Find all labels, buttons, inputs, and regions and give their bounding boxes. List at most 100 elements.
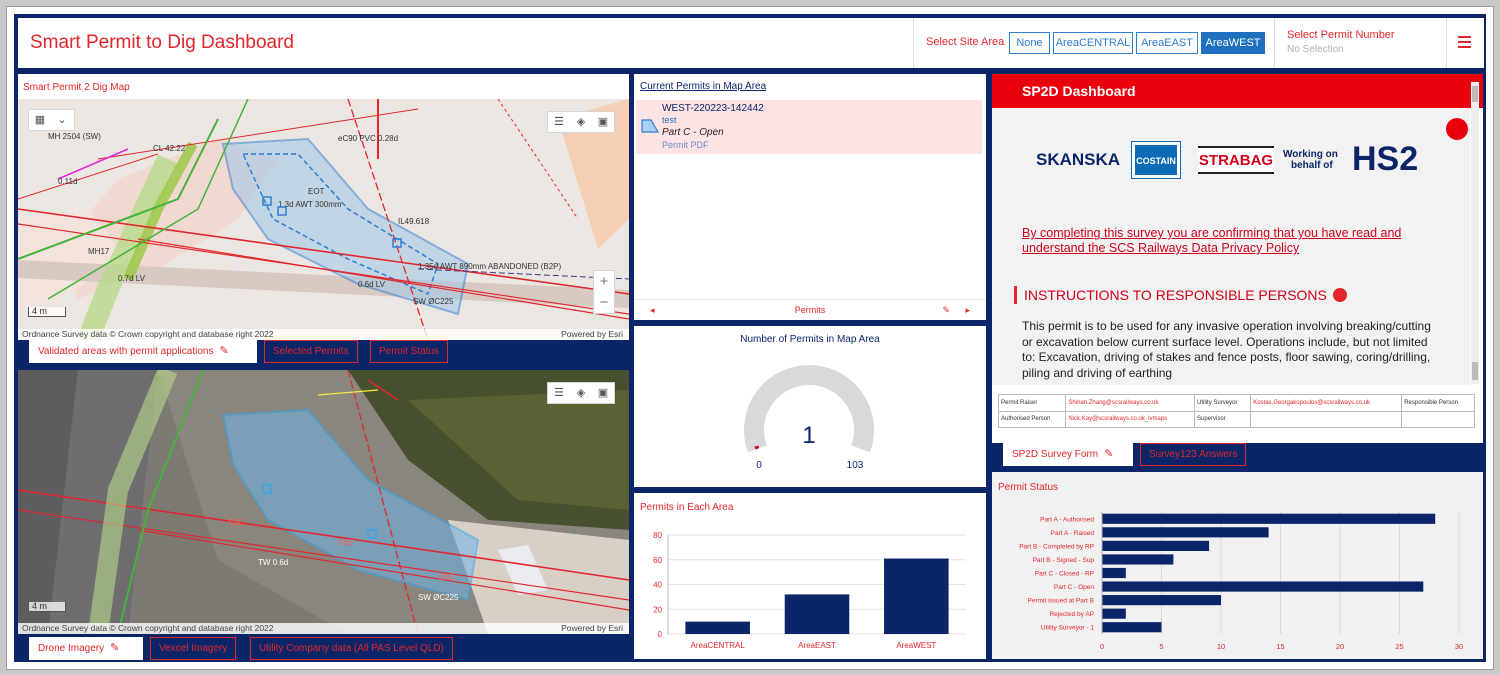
menu-icon[interactable]	[1458, 36, 1471, 51]
list-item[interactable]: WEST-220223-142442 test Part C - Open Pe…	[636, 100, 982, 154]
svg-text:1.3d AWT 300mm: 1.3d AWT 300mm	[278, 200, 342, 209]
permit-roles-table: Permit Raiser Shinan.Zhang@scsrailways.co…	[997, 394, 1475, 428]
drone-map-scale: 4 m	[28, 602, 67, 612]
map-tools: ☰ ◈ ▣	[547, 111, 615, 133]
svg-text:CL 42.22: CL 42.22	[153, 144, 186, 153]
bar-areaeast	[784, 594, 850, 634]
privacy-policy-link[interactable]: By completing this survey you are confir…	[1022, 226, 1401, 240]
map-graphic: EOS MH 2504 (SW) CL 42.22 1.3d AWT 300mm…	[18, 99, 629, 340]
basemap-icon[interactable]: ▦	[29, 110, 51, 130]
permit-pdf-link[interactable]: Permit PDF	[662, 140, 709, 150]
tab-vexcel-imagery[interactable]: Vexcel Imagery	[150, 637, 237, 660]
chevron-down-icon[interactable]: ⌄	[51, 110, 73, 130]
y-tick-label: Permit issued at Part B	[1028, 598, 1094, 605]
x-tick-label: AreaCENTRAL	[691, 641, 746, 650]
permit-status-chart: 0 5 10 15 20 25 30 Part A - Authorised Part A - …	[1019, 512, 1463, 651]
y-tick-label: Utility Surveyor - 1	[1041, 625, 1094, 632]
y-tick-label: Part B - Signed - Sup	[1033, 557, 1095, 564]
tab-survey-form[interactable]: SP2D Survey Form ✎	[1003, 443, 1133, 466]
divider	[1274, 18, 1275, 68]
drone-map-tools: ☰ ◈ ▣	[547, 382, 615, 404]
y-tick-label: 0	[658, 630, 663, 639]
tab-survey123-answers[interactable]: Survey123 Answers	[1140, 443, 1247, 466]
permit-map[interactable]: EOS MH 2504 (SW) CL 42.22 1.3d AWT 300mm…	[18, 99, 629, 340]
sp2d-form[interactable]: SKANSKA COSTAIN STRABAG Working on behalf…	[992, 108, 1470, 385]
sp2d-title: SP2D Dashboard	[1022, 83, 1136, 99]
costain-logo: COSTAIN	[1131, 141, 1181, 179]
tab-drone-imagery[interactable]: Drone Imagery ✎	[29, 637, 143, 660]
skanska-logo: SKANSKA	[1036, 150, 1121, 169]
qr-code-icon[interactable]: ▣	[592, 383, 614, 403]
basemap-toggle[interactable]: ▦ ⌄	[28, 109, 75, 131]
site-area-east-button[interactable]: AreaEAST	[1136, 32, 1198, 54]
map-attribution: Ordnance Survey data © Crown copyright a…	[18, 329, 629, 340]
drone-graphic: SSE SSE SSE TW 0.6d SW ØC225	[18, 370, 629, 634]
divider	[1446, 18, 1447, 68]
pencil-icon[interactable]: ✎	[942, 300, 950, 320]
permit-name: test	[662, 115, 677, 125]
site-area-none-button[interactable]: None	[1009, 32, 1050, 54]
zoom-in-icon[interactable]: +	[594, 271, 614, 292]
status-bar	[1102, 513, 1436, 524]
y-tick-label: Rejected by AP	[1050, 611, 1094, 618]
layers-icon[interactable]: ◈	[570, 112, 592, 132]
gauge-panel: Number of Permits in Map Area 1 0 103	[634, 326, 986, 487]
pencil-icon: ✎	[1104, 448, 1114, 460]
status-bar	[1102, 554, 1174, 565]
pencil-icon: ✎	[219, 345, 229, 357]
sp2d-header: SP2D Dashboard	[992, 74, 1483, 108]
bar-areawest	[884, 558, 949, 634]
x-tick-label: 10	[1217, 642, 1225, 651]
permit-number-select[interactable]: No Selection	[1287, 44, 1344, 55]
svg-text:SW ØC225: SW ØC225	[418, 593, 459, 602]
x-tick-label: 0	[1100, 642, 1104, 651]
expand-icon[interactable]	[1332, 288, 1347, 302]
legend-icon[interactable]: ☰	[548, 112, 570, 132]
gauge-fill	[754, 445, 760, 450]
drone-map-attribution: Ordnance Survey data © Crown copyright a…	[18, 623, 629, 634]
privacy-policy-link-2[interactable]: understand the SCS Railways Data Privacy…	[1022, 241, 1299, 255]
tab-permit-status[interactable]: Permit Status	[370, 340, 449, 363]
pencil-icon: ✎	[110, 642, 120, 654]
instructions-heading[interactable]: INSTRUCTIONS TO RESPONSIBLE PERSONS	[1014, 286, 1347, 304]
drone-map[interactable]: SSE SSE SSE TW 0.6d SW ØC225 ☰ ◈ ▣ 4 m Ord…	[18, 370, 629, 634]
svg-text:SSE: SSE	[438, 573, 454, 582]
gauge-max: 103	[847, 460, 864, 471]
svg-text:MH 2504 (SW): MH 2504 (SW)	[48, 132, 101, 141]
bar-areacentral	[685, 621, 750, 634]
hs2-logo: HS2	[1352, 140, 1419, 178]
tab-utility-company-data[interactable]: Utility Company data (All PAS Level QLD)	[250, 637, 453, 660]
site-area-label: Select Site Area	[926, 36, 1005, 48]
y-tick-label: Part A - Raised	[1051, 530, 1095, 537]
svg-text:IL49.618: IL49.618	[398, 217, 430, 226]
svg-text:eC90 PVC 0.28d: eC90 PVC 0.28d	[338, 134, 398, 143]
gauge-value: 1	[802, 422, 815, 449]
permit-id: WEST-220223-142442	[662, 103, 764, 114]
drone-panel: SSE SSE SSE TW 0.6d SW ØC225 ☰ ◈ ▣ 4 m Ord…	[18, 370, 629, 634]
site-area-central-button[interactable]: AreaCENTRAL	[1053, 32, 1133, 54]
legend-icon[interactable]: ☰	[548, 383, 570, 403]
permit-status-panel: Permit Status 0 5 10 15 20 25 30 Part A - Autho…	[992, 472, 1483, 659]
strabag-logo: STRABAG	[1198, 146, 1274, 174]
instructions-text: This permit is to be used for any invasi…	[1022, 319, 1431, 380]
site-area-west-button[interactable]: AreaWEST	[1201, 32, 1265, 54]
map-panel: Smart Permit 2 Dig Map EOS MH 2504 (SW)	[18, 74, 629, 340]
permits-list-footer: ◂ Permits ✎ ▸	[634, 299, 986, 319]
permits-footer-label: Permits	[794, 305, 826, 315]
gauge-title: Number of Permits in Map Area	[740, 334, 880, 345]
print-icon[interactable]	[1446, 118, 1468, 140]
gauge-graphic: 1 0 103	[744, 365, 874, 471]
qr-code-icon[interactable]: ▣	[592, 112, 614, 132]
tab-validated-areas[interactable]: Validated areas with permit applications…	[29, 340, 257, 363]
svg-text:0.11d: 0.11d	[58, 177, 77, 186]
x-tick-label: 15	[1276, 642, 1284, 651]
layers-icon[interactable]: ◈	[570, 383, 592, 403]
svg-text:1.35d AWT 890mm ABANDONED (B2P: 1.35d AWT 890mm ABANDONED (B2P)	[418, 262, 561, 271]
tab-selected-permits[interactable]: Selected Permits	[264, 340, 358, 363]
zoom-out-icon[interactable]: −	[594, 292, 614, 313]
chevron-left-icon[interactable]: ◂	[650, 300, 655, 320]
chevron-right-icon[interactable]: ▸	[965, 300, 970, 320]
x-tick-label: 30	[1455, 642, 1463, 651]
status-bar	[1102, 567, 1126, 579]
scrollbar[interactable]	[1471, 82, 1479, 384]
